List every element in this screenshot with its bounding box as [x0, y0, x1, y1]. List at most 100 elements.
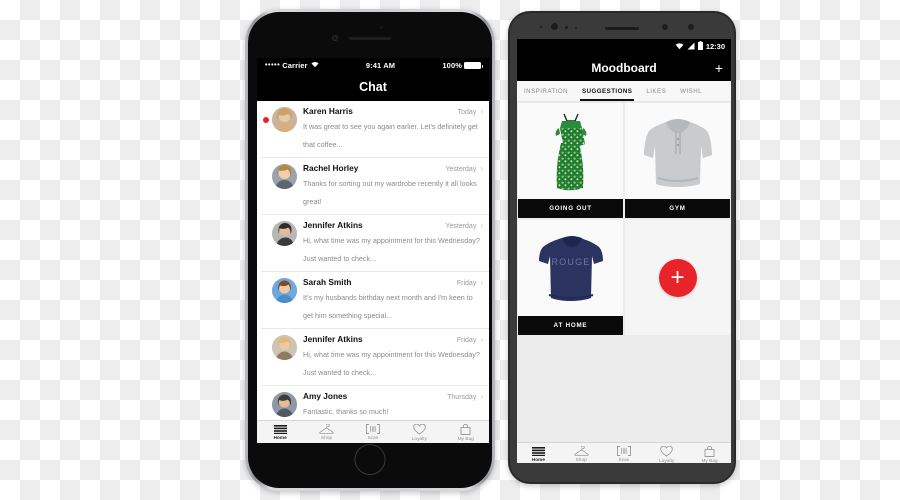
sensor-icon — [575, 27, 577, 29]
list-item[interactable]: Rachel Horley Yesterday › Thanks for sor… — [261, 158, 489, 215]
iphone-body: ••••• Carrier 9:41 AM 100% Chat Karen Ha… — [248, 12, 492, 488]
wifi-icon — [310, 61, 319, 70]
chat-text: Jennifer Atkins Friday › Hi, what time w… — [303, 334, 483, 380]
heart-icon — [660, 445, 673, 457]
cell-signal-icon — [687, 42, 695, 52]
android-tab-bar[interactable]: Home Shop Scan Loyalty My Bag — [517, 442, 731, 463]
hamburger-menu-icon — [531, 446, 545, 456]
android-device: 12:30 Moodboard + INSPIRATION SUGGESTION… — [508, 11, 736, 484]
signal-strength-icon: ••••• — [265, 62, 281, 69]
tab-label: Shop — [575, 457, 587, 462]
tab-label: INSPIRATION — [524, 87, 569, 95]
tab-suggestions[interactable]: SUGGESTIONS — [575, 81, 639, 101]
list-item[interactable]: Sarah Smith Friday › It's my husbands bi… — [261, 272, 489, 329]
tab-shop[interactable]: Shop — [560, 446, 603, 462]
chat-text: Sarah Smith Friday › It's my husbands bi… — [303, 277, 483, 323]
message-preview: Thanks for sorting out my wardrobe recen… — [303, 179, 477, 206]
tab-home[interactable]: Home — [257, 424, 303, 440]
tab-loyalty[interactable]: Loyalty — [645, 445, 688, 463]
card-label: GYM — [625, 199, 730, 218]
home-button[interactable] — [354, 444, 386, 475]
page-title: Chat — [359, 80, 387, 94]
status-clock: 12:30 — [705, 42, 725, 51]
chat-list[interactable]: Karen Harris Today › It was great to see… — [257, 101, 489, 420]
carrier-label: Carrier — [282, 61, 308, 70]
chat-text: Amy Jones Thursday › Fantastic, thanks s… — [303, 391, 483, 419]
battery-full-icon — [464, 61, 483, 70]
contact-name: Sarah Smith — [303, 277, 352, 287]
barcode-scan-icon — [366, 424, 380, 434]
message-preview: It was great to see you again earlier. L… — [303, 122, 478, 149]
navy-rouge-tshirt-image: ROUGE — [518, 220, 623, 316]
chat-row-header: Sarah Smith Friday › — [303, 277, 483, 287]
chat-timestamp: Yesterday — [445, 223, 477, 230]
tab-wishlist[interactable]: WISHL — [673, 81, 709, 101]
list-item[interactable]: Jennifer Atkins Yesterday › Hi, what tim… — [261, 215, 489, 272]
tab-scan[interactable]: Scan — [350, 424, 396, 440]
avatar — [272, 164, 297, 189]
chevron-right-icon: › — [480, 164, 483, 173]
chat-timestamp: Today — [457, 109, 477, 116]
contact-name: Jennifer Atkins — [303, 334, 363, 344]
tab-my-bag[interactable]: My Bag — [688, 445, 731, 463]
message-preview: Hi, what time was my appointment for thi… — [303, 236, 480, 263]
chat-text: Karen Harris Today › It was great to see… — [303, 106, 483, 152]
barcode-scan-icon — [617, 446, 631, 456]
tab-home[interactable]: Home — [517, 446, 560, 462]
card-label: AT HOME — [518, 316, 623, 335]
moodboard-card-add[interactable]: + — [625, 220, 730, 335]
chat-row-header: Jennifer Atkins Yesterday › — [303, 220, 483, 230]
list-item[interactable]: Amy Jones Thursday › Fantastic, thanks s… — [261, 386, 489, 420]
tab-label: Scan — [618, 457, 630, 462]
moodboard-card-going-out[interactable]: GOING OUT — [518, 103, 623, 218]
add-moodboard-button[interactable]: + — [715, 61, 723, 75]
tab-loyalty[interactable]: Loyalty — [396, 423, 442, 441]
contact-name: Karen Harris — [303, 106, 353, 116]
chat-timestamp: Thursday — [447, 394, 477, 401]
add-card-area[interactable]: + — [625, 220, 730, 335]
moodboard-tabs[interactable]: INSPIRATION SUGGESTIONS LIKES WISHL — [517, 81, 731, 102]
tab-label: WISHL — [680, 87, 703, 95]
avatar — [272, 335, 297, 360]
clothes-hanger-icon — [319, 424, 334, 434]
tab-shop[interactable]: Shop — [303, 424, 349, 440]
tab-label: Loyalty — [659, 457, 675, 463]
android-status-bar: 12:30 — [517, 39, 731, 54]
chat-timestamp: Yesterday — [445, 166, 477, 173]
front-camera-icon — [332, 35, 338, 41]
moodboard-card-gym[interactable]: GYM — [625, 103, 730, 218]
iphone-tab-bar[interactable]: Home Shop Scan Loyalty My Bag — [257, 420, 489, 443]
moodboard-appbar: Moodboard + — [517, 54, 731, 81]
tab-likes[interactable]: LIKES — [639, 81, 673, 101]
tab-label: Scan — [367, 435, 379, 440]
message-preview: Hi, what time was my appointment for thi… — [303, 350, 480, 377]
chat-text: Jennifer Atkins Yesterday › Hi, what tim… — [303, 220, 483, 266]
tab-my-bag[interactable]: My Bag — [443, 423, 489, 441]
front-camera-icon — [551, 23, 558, 30]
tab-scan[interactable]: Scan — [603, 446, 646, 462]
add-item-button[interactable]: + — [658, 258, 697, 297]
chevron-right-icon: › — [480, 278, 483, 287]
contact-name: Jennifer Atkins — [303, 220, 363, 230]
tab-inspiration[interactable]: INSPIRATION — [517, 81, 575, 101]
proximity-sensor-icon — [380, 26, 383, 29]
grey-hoodie-image — [625, 103, 730, 199]
heart-icon — [413, 423, 426, 435]
avatar — [272, 221, 297, 246]
status-clock: 9:41 AM — [365, 61, 396, 70]
page-title: Moodboard — [591, 60, 657, 75]
avatar — [272, 107, 297, 132]
battery-percent-label: 100% — [442, 61, 462, 70]
ios-status-bar: ••••• Carrier 9:41 AM 100% — [257, 58, 489, 73]
tab-label: Home — [531, 456, 545, 462]
moodboard-grid[interactable]: GOING OUT GYM ROUGE AT HOME + — [517, 102, 731, 442]
tab-label: SUGGESTIONS — [582, 87, 633, 95]
sensor-icon — [565, 26, 568, 29]
list-item[interactable]: Jennifer Atkins Friday › Hi, what time w… — [261, 329, 489, 386]
earpiece-speaker — [605, 27, 639, 30]
moodboard-card-at-home[interactable]: ROUGE AT HOME — [518, 220, 623, 335]
list-item[interactable]: Karen Harris Today › It was great to see… — [261, 101, 489, 158]
tab-label: Loyalty — [411, 435, 428, 441]
chevron-right-icon: › — [480, 107, 483, 116]
chevron-right-icon: › — [480, 335, 483, 344]
